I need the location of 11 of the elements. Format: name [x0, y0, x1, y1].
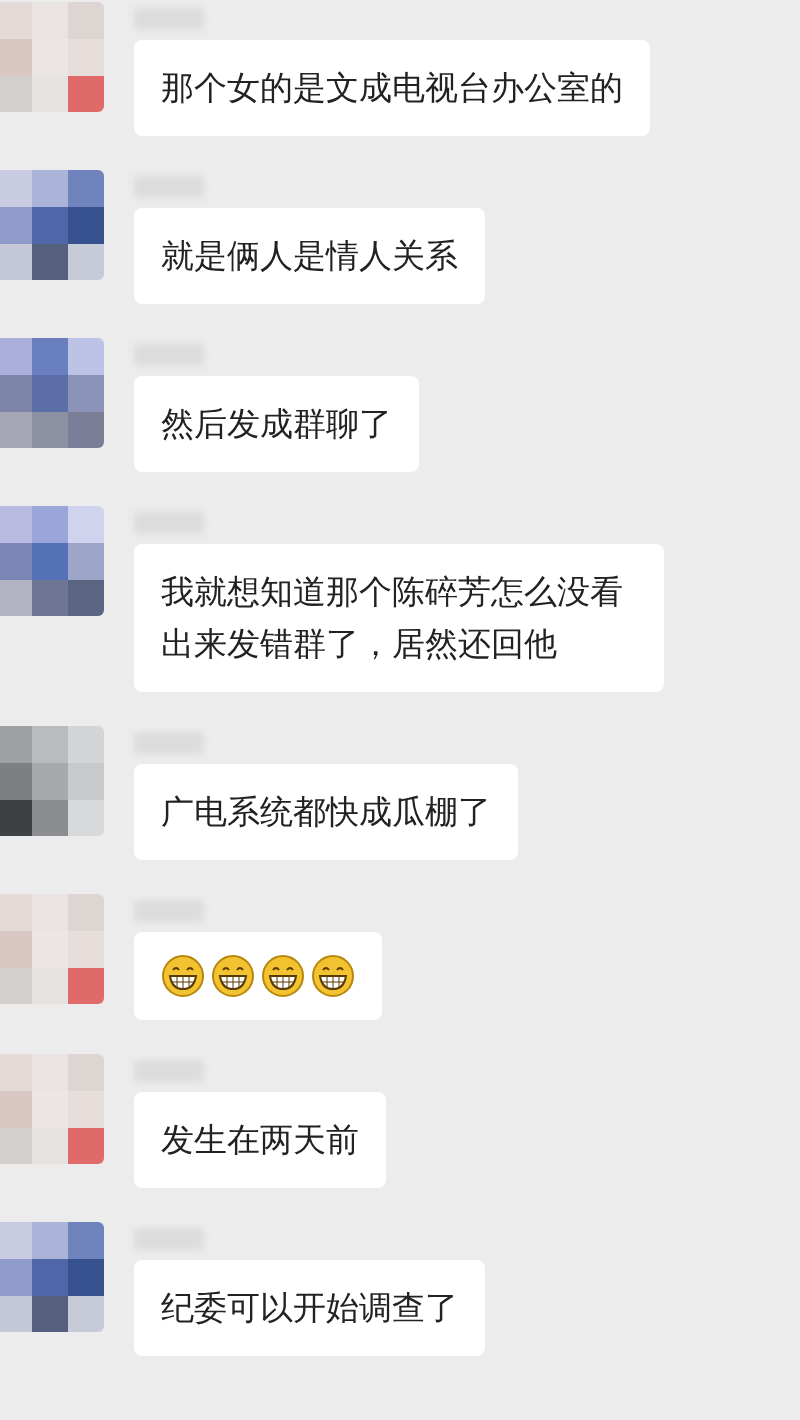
- message-bubble: 我就想知道那个陈碎芳怎么没看出来发错群了，居然还回他: [134, 544, 664, 692]
- message-bubble: 然后发成群聊了: [134, 376, 419, 472]
- message-bubble: 发生在两天前: [134, 1092, 386, 1188]
- message-bubble: 广电系统都快成瓜棚了: [134, 764, 518, 860]
- grinning-emoji-icon: [211, 954, 255, 998]
- grinning-emoji-icon: [261, 954, 305, 998]
- grinning-emoji-icon: [161, 954, 205, 998]
- message-bubble: 就是俩人是情人关系: [134, 208, 485, 304]
- grinning-emoji-icon: [311, 954, 355, 998]
- message-bubble: 纪委可以开始调查了: [134, 1260, 485, 1356]
- message-bubble: 那个女的是文成电视台办公室的: [134, 40, 650, 136]
